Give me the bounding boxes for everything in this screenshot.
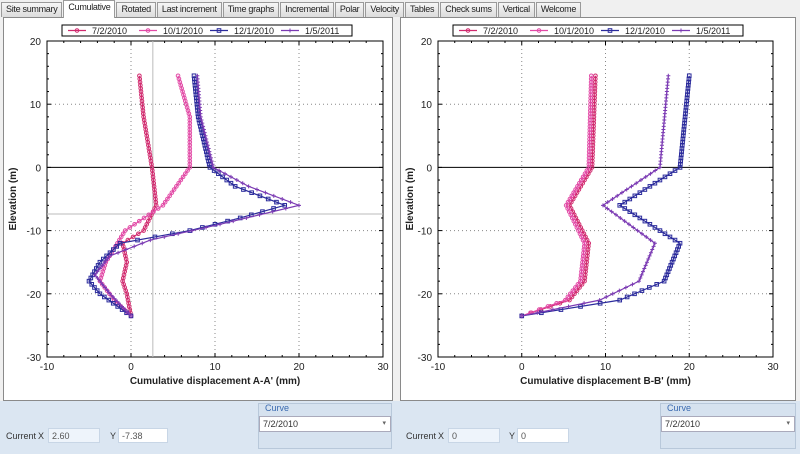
x-axis-label: Cumulative displacement B-B' (mm) [520,376,691,387]
y-tick-label: 20 [30,37,42,48]
curve-title: Curve [265,403,290,413]
curve-value: 7/2/2010 [665,419,701,429]
curve-title: Curve [667,403,692,413]
legend-label: 12/1/2010 [234,26,274,36]
tab-last-increment[interactable]: Last increment [156,2,222,17]
dropdown-arrow-icon: ▾ [382,420,386,427]
curve-select-b[interactable]: 7/2/2010 ▾ [661,416,795,432]
tab-bar: Site summary Cumulative Rotated Last increm… [0,0,582,18]
x-tick-label: 20 [684,362,696,373]
current-y-field[interactable]: -7.38 [118,428,168,443]
tab-velocity[interactable]: Velocity [365,2,404,17]
tab-incremental[interactable]: Incremental [280,2,334,17]
x-tick-label: 10 [209,362,221,373]
y-tick-label: -20 [27,290,42,301]
legend-label: 7/2/2010 [92,26,127,36]
tab-site-summary[interactable]: Site summary [1,2,63,17]
current-x-field[interactable]: 0 [448,428,500,443]
current-y-field[interactable]: 0 [517,428,569,443]
x-tick-label: 0 [519,362,525,373]
y-tick-label: 20 [421,37,433,48]
legend-label: 1/5/2011 [305,26,339,36]
x-tick-label: 30 [377,362,389,373]
tab-vertical[interactable]: Vertical [497,2,535,17]
curve-select-a[interactable]: 7/2/2010 ▾ [259,416,391,432]
curve-group-a: Curve 7/2/2010 ▾ [258,403,392,449]
x-tick-label: -10 [40,362,55,373]
y-tick-label: 0 [426,163,432,174]
tab-time-graphs[interactable]: Time graphs [222,2,280,17]
current-label: Current [406,431,437,441]
y-tick-label: -20 [418,290,433,301]
curve-group-b: Curve 7/2/2010 ▾ [660,403,796,449]
y-tick-label: -30 [27,353,42,364]
tab-cumulative[interactable]: Cumulative [63,0,116,18]
legend-label: 10/1/2010 [554,26,594,36]
chart-panel-b: -10 0 10 20 30 20 10 0 -10 -20 -30 Cumulative displ… [400,17,796,401]
legend-label: 10/1/2010 [163,26,203,36]
x-axis-label: Cumulative displacement A-A' (mm) [130,376,300,387]
tab-polar[interactable]: Polar [334,2,365,17]
legend-label: 1/5/2011 [696,26,730,36]
current-label: Current [6,431,37,441]
y-tick-label: 10 [30,100,42,111]
y-axis-label: Elevation (m) [405,168,416,231]
chart-b[interactable]: -10 0 10 20 30 20 10 0 -10 -20 -30 Cumulative displ… [401,18,795,400]
x-label: X [438,431,445,441]
tab-tables[interactable]: Tables [404,2,440,17]
x-label: X [38,431,45,441]
tab-check-sums[interactable]: Check sums [440,2,497,17]
legend-label: 12/1/2010 [625,26,665,36]
y-axis-label: Elevation (m) [8,168,19,231]
tab-welcome[interactable]: Welcome [535,2,582,17]
status-area: Current X 2.60 Y -7.38 Curve 7/2/2010 ▾ C… [0,401,800,454]
curve-value: 7/2/2010 [263,419,299,429]
x-tick-label: 10 [600,362,612,373]
chart-panel-a: -10 0 10 20 30 20 10 0 -10 -20 -30 Cumulative displ… [3,17,393,401]
y-tick-label: 10 [421,100,433,111]
x-tick-label: 0 [128,362,134,373]
y-tick-label: 0 [35,163,41,174]
x-tick-label: -10 [431,362,446,373]
y-tick-label: -10 [418,227,433,238]
chart-a[interactable]: -10 0 10 20 30 20 10 0 -10 -20 -30 Cumulative displ… [4,18,392,400]
dropdown-arrow-icon: ▾ [786,420,790,427]
y-label: Y [509,431,516,441]
legend-label: 7/2/2010 [483,26,518,36]
tab-rotated[interactable]: Rotated [116,2,156,17]
y-tick-label: -10 [27,227,42,238]
y-label: Y [110,431,117,441]
current-x-field[interactable]: 2.60 [48,428,100,443]
x-tick-label: 30 [767,362,779,373]
x-tick-label: 20 [293,362,305,373]
y-tick-label: -30 [418,353,433,364]
